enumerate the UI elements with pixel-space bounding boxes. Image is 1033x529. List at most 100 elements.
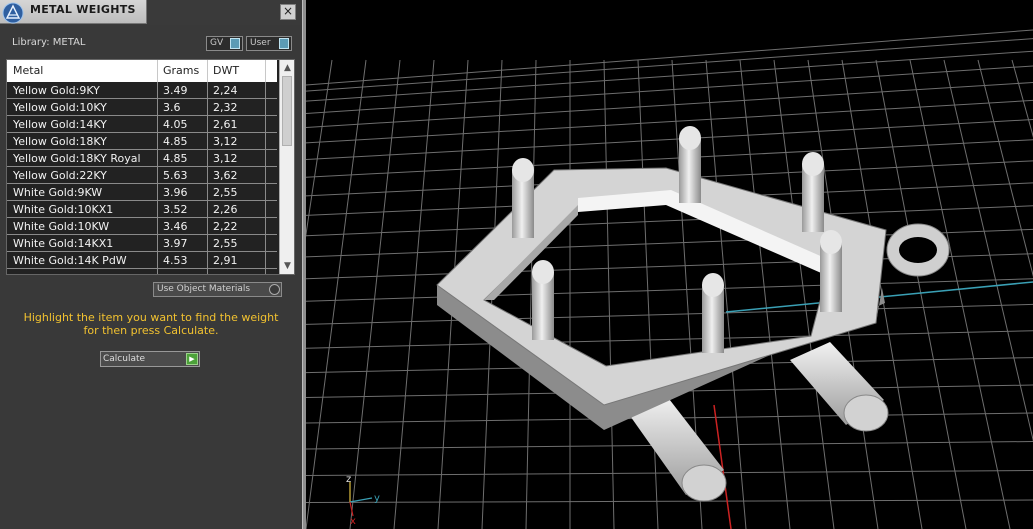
table-row[interactable]: Yellow Gold:10KY 3.6 2,32 (7, 99, 277, 116)
prong-4 (820, 230, 842, 312)
column-separator (265, 82, 266, 274)
use-object-materials-label: Use Object Materials (157, 284, 251, 294)
3d-viewport[interactable]: z y x (306, 0, 1033, 529)
dwt-cell: 3,12 (213, 152, 238, 165)
dwt-cell: 2,61 (213, 118, 238, 131)
panel-title-tab[interactable]: METAL WEIGHTS (0, 0, 147, 24)
help-text-line-2: for then press Calculate. (83, 324, 219, 337)
grams-cell: 3.97 (163, 237, 188, 250)
prong-2 (679, 126, 701, 203)
axis-z-label: z (346, 474, 351, 485)
metal-name-cell: Yellow Gold:18KY Royal (13, 152, 141, 165)
metal-name-cell: Yellow Gold:9KY (13, 84, 100, 97)
grid-line (306, 119, 1033, 161)
close-button[interactable]: × (280, 4, 296, 20)
grid-line (306, 29, 1033, 86)
metal-name-cell: Yellow Gold:14KY (13, 118, 107, 131)
prong-3 (802, 152, 824, 232)
grid-line (306, 330, 1033, 349)
grams-cell: 4.53 (163, 254, 188, 267)
calculate-label: Calculate (103, 354, 146, 364)
metal-name-cell: Yellow Gold:10KY (13, 101, 107, 114)
column-separator (207, 82, 208, 274)
axis-gizmo: z y x (346, 474, 380, 527)
calculate-button[interactable]: Calculate ▶ (100, 351, 200, 367)
grams-cell: 4.85 (163, 152, 188, 165)
column-divider[interactable] (157, 60, 158, 82)
user-toggle-indicator (279, 38, 289, 49)
column-separator (157, 82, 158, 274)
metal-table: Metal Grams DWT Yellow Gold:9KY 3.49 2,24 Y… (6, 59, 295, 275)
scroll-up-icon[interactable]: ▲ (282, 62, 293, 74)
table-row[interactable]: Yellow Gold:18KY 4.85 3,12 (7, 133, 277, 150)
app-logo-icon (2, 2, 24, 24)
table-scrollbar[interactable]: ▲ ▼ (279, 60, 294, 274)
use-object-materials-toggle[interactable]: Use Object Materials (153, 282, 282, 297)
grams-cell: 3.52 (163, 203, 188, 216)
dwt-cell: 2,22 (213, 220, 238, 233)
column-header-dwt[interactable]: DWT (213, 64, 239, 77)
scroll-thumb[interactable] (282, 76, 292, 146)
help-text-line-1: Highlight the item you want to find the … (23, 311, 279, 324)
column-header-grams[interactable]: Grams (163, 64, 199, 77)
grid-line (306, 499, 1033, 504)
metal-name-cell: White Gold:10KW (13, 220, 110, 233)
metal-name-cell: Yellow Gold:18KY (13, 135, 107, 148)
prong-1 (512, 158, 534, 238)
viewport-canvas[interactable]: z y x (306, 0, 1033, 529)
grid-line (1011, 59, 1033, 138)
axis-x-label: x (350, 516, 356, 527)
prong-6 (702, 273, 724, 353)
table-row[interactable]: White Gold:10KW 3.46 2,22 (7, 218, 277, 235)
table-row[interactable]: Yellow Gold:14KY 4.05 2,61 (7, 116, 277, 133)
toggle-knob-icon (269, 284, 280, 295)
table-row[interactable]: Yellow Gold:22KY 5.63 3,62 (7, 167, 277, 184)
metal-weights-panel: METAL WEIGHTS × Library: METAL GV User M… (0, 0, 302, 529)
dwt-cell: 2,26 (213, 203, 238, 216)
dwt-cell: 2,24 (213, 84, 238, 97)
gv-toggle[interactable]: GV (206, 36, 243, 51)
user-toggle[interactable]: User (246, 36, 292, 51)
grid-line (603, 59, 615, 529)
bail-hole (899, 237, 937, 263)
play-arrow-icon: ▶ (186, 353, 198, 365)
column-divider[interactable] (207, 60, 208, 82)
column-divider[interactable] (265, 60, 266, 82)
scroll-down-icon[interactable]: ▼ (282, 260, 293, 272)
grid-line (875, 59, 967, 529)
panel-titlebar: METAL WEIGHTS × (0, 0, 302, 25)
panel-title: METAL WEIGHTS (30, 3, 136, 16)
grams-cell: 5.63 (163, 169, 188, 182)
grid-line (306, 38, 1033, 92)
grams-cell: 4.05 (163, 118, 188, 131)
close-icon: × (282, 4, 294, 18)
grid-line (977, 59, 1033, 277)
grid-line (306, 303, 1033, 325)
metal-name-cell: White Gold:10KX1 (13, 203, 114, 216)
prong-5 (532, 260, 554, 340)
axis-y-label: y (374, 493, 380, 504)
table-row[interactable]: White Gold:10KX1 3.52 2,26 (7, 201, 277, 218)
dwt-cell: 2,91 (213, 254, 238, 267)
user-toggle-label: User (250, 38, 271, 48)
grams-cell: 3.96 (163, 186, 188, 199)
dwt-cell: 2,55 (213, 186, 238, 199)
grid-line (637, 59, 659, 529)
grid-line (943, 59, 1033, 442)
metal-name-cell: White Gold:14K PdW (13, 254, 127, 267)
table-row[interactable]: White Gold:9KW 3.96 2,55 (7, 184, 277, 201)
dwt-cell: 2,55 (213, 237, 238, 250)
table-row[interactable]: White Gold:14KX1 3.97 2,55 (7, 235, 277, 252)
table-header: Metal Grams DWT (7, 60, 277, 82)
dwt-cell: 3,62 (213, 169, 238, 182)
metal-name-cell: White Gold:9KW (13, 186, 103, 199)
table-row[interactable]: Yellow Gold:9KY 3.49 2,24 (7, 82, 277, 99)
leg-right (790, 342, 889, 432)
metal-name-cell: Yellow Gold:22KY (13, 169, 107, 182)
dwt-cell: 3,12 (213, 135, 238, 148)
gv-toggle-label: GV (210, 38, 224, 48)
column-header-metal[interactable]: Metal (13, 64, 43, 77)
table-row[interactable]: White Gold:14K PdW 4.53 2,91 (7, 252, 277, 269)
table-row[interactable]: Yellow Gold:18KY Royal 4.85 3,12 (7, 150, 277, 167)
grams-cell: 3.6 (163, 101, 181, 114)
